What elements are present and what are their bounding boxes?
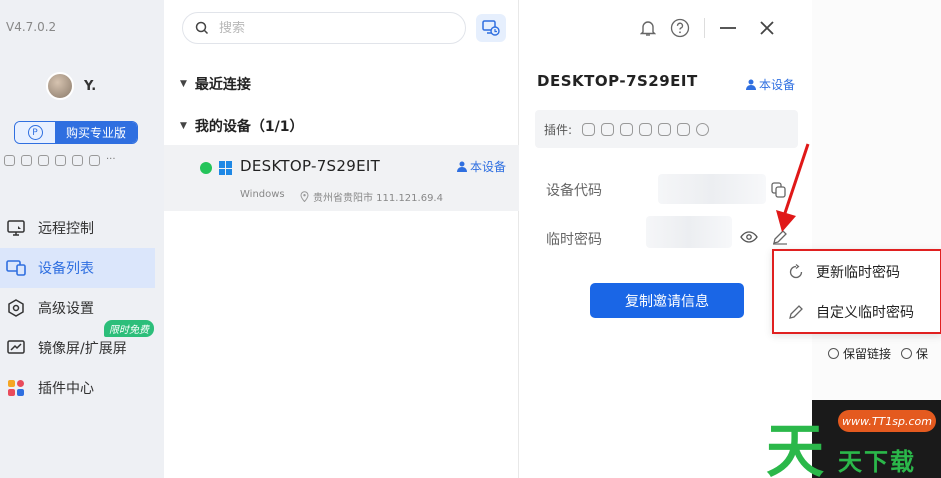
recent-connections-label: 最近连接 bbox=[194, 77, 251, 93]
microphone-icon[interactable] bbox=[658, 122, 672, 136]
gamepad-icon[interactable] bbox=[4, 155, 15, 166]
device-code-label: 设备代码 bbox=[546, 183, 602, 199]
file-icon[interactable] bbox=[55, 155, 66, 166]
custom-password-label: 自定义临时密码 bbox=[816, 305, 914, 321]
close-icon[interactable] bbox=[759, 20, 775, 36]
monitor-icon[interactable] bbox=[38, 155, 49, 166]
keep-link-label: 保留链接 bbox=[843, 346, 892, 361]
user-icon bbox=[746, 79, 756, 90]
copy-invite-button[interactable]: 复制邀请信息 bbox=[590, 283, 744, 318]
windows-icon bbox=[219, 161, 233, 175]
detail-device-title: DESKTOP-7S29EIT bbox=[537, 72, 698, 90]
temp-password-value bbox=[646, 216, 732, 248]
globe-icon[interactable] bbox=[696, 122, 710, 136]
add-device-icon bbox=[482, 20, 500, 36]
recent-connections-group[interactable]: ▼ 最近连接 bbox=[180, 74, 251, 94]
screen-icon[interactable] bbox=[21, 155, 32, 166]
sidebar-item-label: 设备列表 bbox=[38, 261, 94, 277]
refresh-password-label: 更新临时密码 bbox=[816, 265, 900, 281]
sidebar-plugin-icons: ··· bbox=[4, 155, 116, 166]
remote-control-icon bbox=[6, 219, 26, 237]
device-row[interactable]: DESKTOP-7S29EIT 本设备 Windows 贵州省贵阳市 111.1… bbox=[164, 145, 519, 211]
plugins-label: 插件: bbox=[544, 122, 573, 137]
eye-icon[interactable] bbox=[740, 231, 758, 243]
version-label: V4.7.0.2 bbox=[6, 20, 57, 34]
watermark-promo: www.TT1sp.com bbox=[838, 410, 936, 432]
search-input[interactable] bbox=[219, 20, 419, 36]
screen-icon[interactable] bbox=[601, 122, 615, 136]
sidebar-item-label: 镜像屏/扩展屏 bbox=[38, 341, 127, 357]
username: Y. bbox=[84, 78, 97, 94]
temp-password-label: 临时密码 bbox=[546, 232, 602, 248]
online-status-dot bbox=[200, 162, 212, 174]
sidebar-item-mirror-screen[interactable]: 限时免费 镜像屏/扩展屏 bbox=[0, 320, 164, 368]
detail-this-device-tag: 本设备 bbox=[746, 76, 795, 93]
annotation-arrow bbox=[776, 143, 810, 232]
search-box[interactable] bbox=[182, 12, 466, 44]
gamepad-icon[interactable] bbox=[582, 122, 596, 136]
my-devices-label: 我的设备（1/1） bbox=[194, 119, 304, 135]
collapse-caret-icon: ▼ bbox=[180, 79, 187, 89]
this-device-label: 本设备 bbox=[470, 160, 507, 174]
window-controls bbox=[640, 14, 775, 42]
plugins-bar: 插件: bbox=[535, 110, 798, 148]
minimize-icon[interactable] bbox=[719, 19, 737, 37]
refresh-icon bbox=[789, 264, 803, 279]
file-icon[interactable] bbox=[639, 122, 653, 136]
monitor-icon[interactable] bbox=[620, 122, 634, 136]
user-icon bbox=[457, 161, 467, 172]
password-options-menu: 更新临时密码 自定义临时密码 bbox=[772, 249, 941, 334]
sidebar-item-label: 远程控制 bbox=[38, 221, 94, 237]
device-location: 贵州省贵阳市 111.121.69.4 bbox=[300, 189, 443, 204]
buy-pro-label: 购买专业版 bbox=[55, 122, 137, 143]
user-profile[interactable]: Y. bbox=[46, 72, 96, 100]
collapse-caret-icon: ▼ bbox=[180, 121, 187, 131]
radio-keep-link[interactable] bbox=[828, 347, 839, 359]
sidebar-item-device-list[interactable]: 设备列表 bbox=[0, 248, 155, 288]
sidebar: V4.7.0.2 Y. P 购买专业版 ··· 远程控制 设备列表 高级设置 限… bbox=[0, 0, 164, 478]
device-list-icon bbox=[6, 259, 26, 277]
watermark-logo: 天 bbox=[766, 417, 825, 478]
free-badge: 限时免费 bbox=[104, 320, 154, 337]
refresh-password-item[interactable]: 更新临时密码 bbox=[788, 262, 900, 282]
mirror-screen-icon bbox=[6, 339, 26, 357]
more-icon[interactable]: ··· bbox=[106, 155, 116, 166]
keep-link-label-2: 保 bbox=[916, 346, 929, 361]
camera-icon[interactable] bbox=[89, 155, 100, 166]
pencil-icon bbox=[789, 305, 803, 319]
divider bbox=[704, 18, 705, 38]
microphone-icon[interactable] bbox=[72, 155, 83, 166]
sidebar-item-label: 高级设置 bbox=[38, 301, 94, 317]
add-device-button[interactable] bbox=[476, 14, 506, 42]
my-devices-group[interactable]: ▼ 我的设备（1/1） bbox=[180, 116, 304, 136]
custom-password-item[interactable]: 自定义临时密码 bbox=[788, 302, 914, 322]
background-options: 保留链接 保 bbox=[800, 336, 941, 370]
device-location-text: 贵州省贵阳市 111.121.69.4 bbox=[313, 193, 443, 204]
this-device-tag: 本设备 bbox=[457, 158, 506, 175]
watermark-text: 天下载 bbox=[838, 448, 916, 476]
pro-icon: P bbox=[27, 125, 43, 140]
bell-icon[interactable] bbox=[640, 19, 656, 37]
sidebar-item-plugin-center[interactable]: 插件中心 bbox=[0, 368, 164, 408]
search-icon bbox=[195, 21, 209, 35]
detail-this-device-label: 本设备 bbox=[759, 78, 796, 92]
sidebar-item-remote-control[interactable]: 远程控制 bbox=[0, 208, 164, 248]
device-os: Windows bbox=[240, 189, 285, 200]
sidebar-nav: 远程控制 设备列表 高级设置 限时免费 镜像屏/扩展屏 插件中心 bbox=[0, 208, 164, 408]
sidebar-item-label: 插件中心 bbox=[38, 381, 94, 397]
camera-icon[interactable] bbox=[677, 122, 691, 136]
device-list-panel: ▼ 最近连接 ▼ 我的设备（1/1） DESKTOP-7S29EIT 本设备 W… bbox=[164, 0, 519, 478]
avatar[interactable] bbox=[46, 72, 74, 100]
location-pin-icon bbox=[300, 191, 309, 202]
device-name: DESKTOP-7S29EIT bbox=[240, 157, 381, 175]
radio-keep-2[interactable] bbox=[901, 347, 913, 359]
plugin-center-icon bbox=[6, 379, 26, 397]
pro-badge: P bbox=[15, 122, 55, 143]
buy-pro-button[interactable]: P 购买专业版 bbox=[14, 121, 138, 144]
device-code-value bbox=[658, 174, 766, 204]
settings-icon bbox=[6, 299, 26, 317]
help-icon[interactable] bbox=[670, 18, 690, 38]
